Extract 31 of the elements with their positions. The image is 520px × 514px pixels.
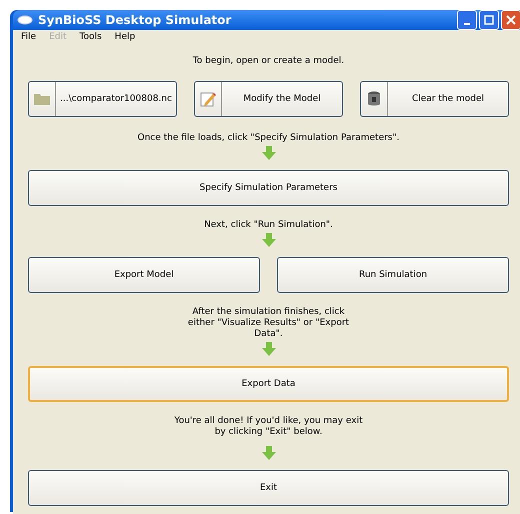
window-title: SynBioSS Desktop Simulator [38,13,232,27]
action-button[interactable]: Modify the Model [194,81,343,117]
action-button[interactable]: ...\comparator100808.nc [28,81,177,117]
app-icon [17,14,33,26]
pencil-icon [200,91,216,107]
instruction-text: To begin, open or create a model. [192,56,344,67]
folder-icon [34,93,50,105]
action-button[interactable]: Export Model [28,257,260,293]
instruction-text: After the simulation finishes, click either "Visualize Results" or "Export Data". [186,307,350,340]
down-arrow-icon [262,446,276,460]
close-icon [506,15,516,25]
instruction-text: Once the file loads, click "Specify Simulation Parameters". [137,133,400,144]
menu-item[interactable]: File [21,32,36,42]
action-button[interactable]: Exit [28,470,509,506]
menu-item[interactable]: Help [114,32,136,42]
minimize-button[interactable] [457,10,477,30]
instruction-text: You're all done! If you'd like, you may exit by clicking "Exit" below. [173,416,364,438]
maximize-icon [484,15,494,25]
menu-item[interactable]: Tools [80,32,102,42]
action-button[interactable]: Clear the model [360,81,509,117]
close-button[interactable] [501,10,520,30]
minimize-icon [464,23,470,25]
action-button[interactable]: Specify Simulation Parameters [28,170,509,206]
down-arrow-icon [262,233,276,247]
instruction-text: Next, click "Run Simulation". [204,220,333,231]
maximize-button[interactable] [479,10,499,30]
bin-icon [367,91,381,107]
down-arrow-icon [262,146,276,160]
action-button[interactable]: Export Data [28,366,509,402]
action-button[interactable]: Run Simulation [277,257,509,293]
down-arrow-icon [262,342,276,356]
